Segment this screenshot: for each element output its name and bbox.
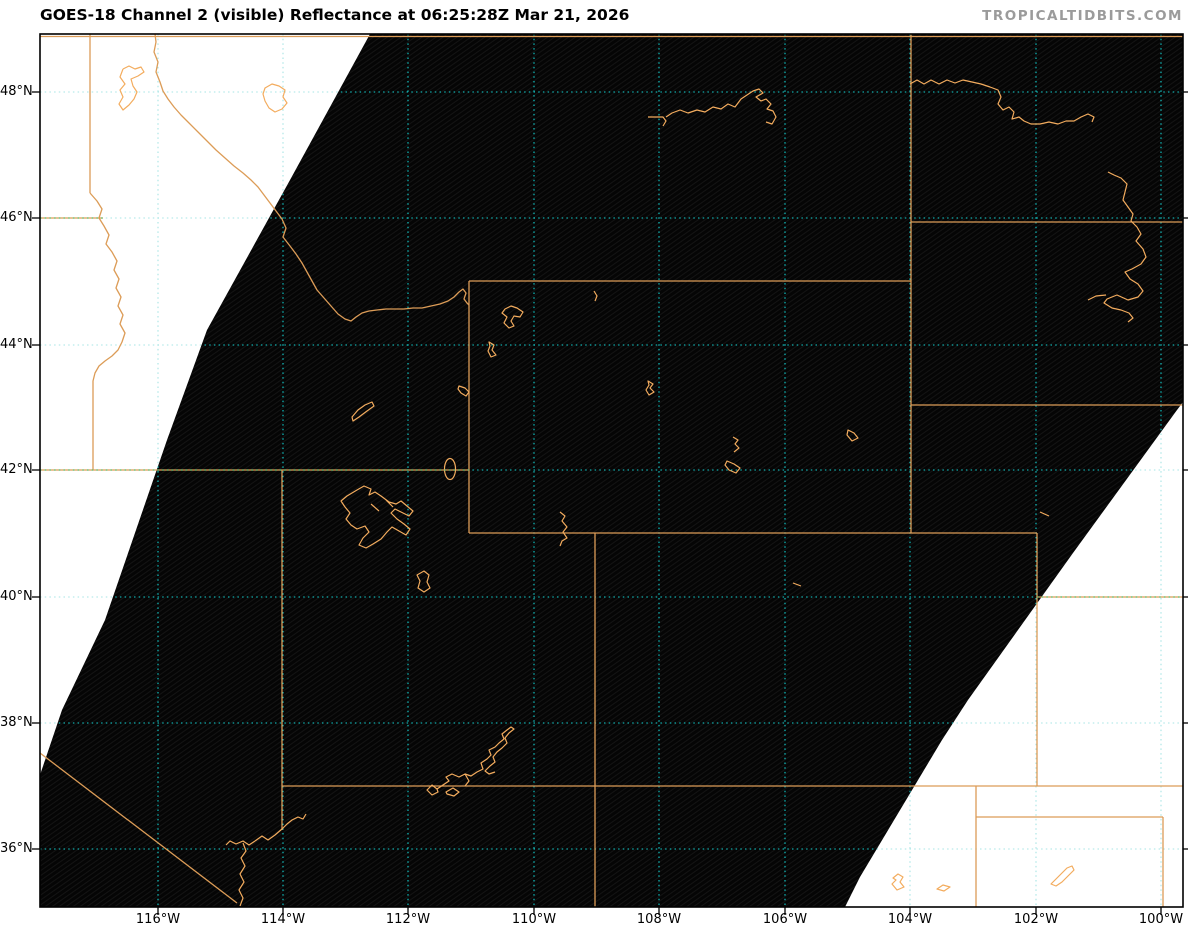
lat-tick-label: 40°N xyxy=(0,589,33,604)
lon-tick-label: 114°W xyxy=(260,912,306,927)
satellite-map-canvas xyxy=(32,33,1188,915)
lon-tick-label: 110°W xyxy=(511,912,557,927)
lat-tick-label: 44°N xyxy=(0,337,33,352)
lat-tick-label: 42°N xyxy=(0,462,33,477)
lake-meredith xyxy=(1050,865,1075,887)
conchas-lake xyxy=(891,873,905,891)
lon-tick-label: 108°W xyxy=(636,912,682,927)
small-lake-nm xyxy=(936,884,951,892)
lon-tick-label: 102°W xyxy=(1013,912,1059,927)
lon-tick-label: 106°W xyxy=(762,912,808,927)
satellite-image-page: GOES-18 Channel 2 (visible) Reflectance … xyxy=(0,0,1200,929)
lake-pend-oreille xyxy=(118,65,145,111)
lat-tick-label: 38°N xyxy=(0,715,33,730)
lon-tick-label: 112°W xyxy=(385,912,431,927)
lat-tick-label: 46°N xyxy=(0,210,33,225)
snake-river-border xyxy=(89,192,126,470)
flathead-lake xyxy=(262,83,288,113)
lat-tick-label: 36°N xyxy=(0,841,33,856)
lon-tick-label: 104°W xyxy=(887,912,933,927)
lat-tick-label: 48°N xyxy=(0,84,33,99)
lon-tick-label: 116°W xyxy=(135,912,181,927)
lon-tick-label: 100°W xyxy=(1138,912,1184,927)
